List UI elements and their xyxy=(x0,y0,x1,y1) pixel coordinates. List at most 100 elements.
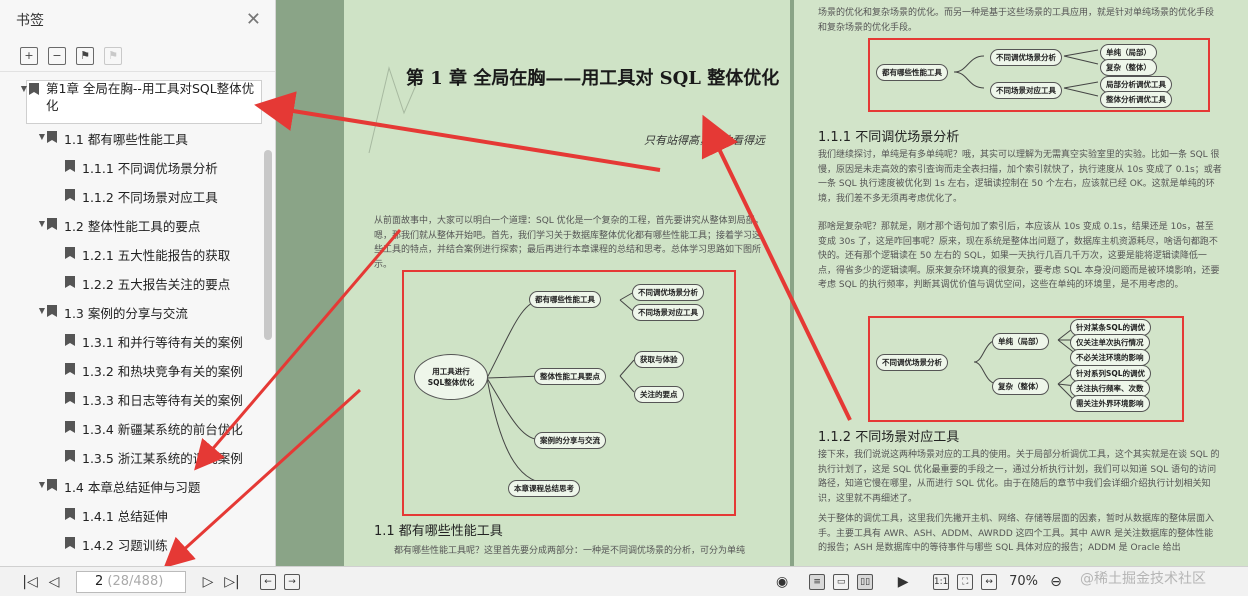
mindmap-node: 不同调优场景分析 xyxy=(876,354,948,371)
bookmark-icon xyxy=(47,305,57,317)
bookmark-item[interactable]: 1.4.2 习题训练 xyxy=(0,530,262,559)
mindmap-node: 需关注外界环境影响 xyxy=(1070,395,1150,412)
page-right: 场景的优化和复杂场景的优化。而另一种是基于这些场景的工具应用，就是针对单纯场景的… xyxy=(794,0,1248,566)
bookmark-item[interactable]: 1.3.2 和热块竞争有关的案例 xyxy=(0,356,262,385)
bookmark-item[interactable]: 1.3.4 新疆某系统的前台优化 xyxy=(0,414,262,443)
mindmap-node: 都有哪些性能工具 xyxy=(529,291,601,308)
mindmap-node: 单纯（局部） xyxy=(992,333,1049,350)
last-page-button[interactable]: ▷| xyxy=(220,574,244,590)
bookmark-label: 1.2.1 五大性能报告的获取 xyxy=(82,248,231,263)
bookmark-item[interactable]: ▲ 1.1 都有哪些性能工具 xyxy=(0,124,262,153)
play-icon[interactable]: ▶ xyxy=(891,574,915,590)
fit-page-icon[interactable]: ⛶ xyxy=(957,573,974,590)
top-paragraph: 场景的优化和复杂场景的优化。而另一种是基于这些场景的工具应用，就是针对单纯场景的… xyxy=(818,8,1215,33)
section-paragraph: 都有哪些性能工具呢？这里首先要分成两部分：一种是不同调优场景的分析，可分为单纯 xyxy=(394,546,746,556)
bookmark-item[interactable]: ▲ 1.3 案例的分享与交流 xyxy=(0,298,262,327)
expand-all-icon[interactable]: + xyxy=(20,46,38,65)
bookmark-icon xyxy=(47,218,57,230)
bookmark-icon xyxy=(47,479,57,491)
actual-size-icon[interactable]: 1:1 xyxy=(933,573,950,590)
mindmap-node: 整体分析调优工具 xyxy=(1100,91,1172,108)
mindmap-node: 复杂（整体） xyxy=(1100,59,1157,76)
expand-toggle-icon[interactable]: ▲ xyxy=(35,220,45,229)
bookmark-icon xyxy=(65,334,75,346)
zoom-level[interactable]: 70% xyxy=(1009,574,1038,589)
back-icon[interactable]: ← xyxy=(260,573,276,590)
section-paragraph: 接下来，我们说说这两种场景对应的工具的使用。关于局部分析调优工具，这个其实就是在… xyxy=(818,450,1220,504)
two-page-icon[interactable]: ▯▯ xyxy=(857,573,874,590)
mindmap-node: 不同场景对应工具 xyxy=(990,82,1062,99)
bookmark-item[interactable]: ▲ 第1章 全局在胸--用工具对SQL整体优化 xyxy=(0,76,262,124)
mindmap-root: 用工具进行 SQL整体优化 xyxy=(414,354,488,400)
bookmark-icon xyxy=(47,131,57,143)
fit-width-icon[interactable]: ↔ xyxy=(981,573,998,590)
collapse-all-icon[interactable]: − xyxy=(48,46,66,65)
section-paragraph: 关于整体的调优工具，这里我们先撇开主机、网络、存储等层面的因素，暂时从数据库的整… xyxy=(818,514,1215,553)
bookmark-icon: ⚑ xyxy=(104,46,122,65)
bookmark-label: 1.3 案例的分享与交流 xyxy=(64,306,188,321)
bookmark-icon xyxy=(65,363,75,375)
expand-toggle-icon[interactable]: ▲ xyxy=(17,85,27,94)
mindmap-node: 获取与体验 xyxy=(634,351,684,368)
chapter-title: 第 1 章 全局在胸——用工具对 SQL 整体优化 xyxy=(406,68,780,89)
bookmark-label: 第1章 全局在胸--用工具对SQL整体优化 xyxy=(46,81,255,113)
status-bar: |◁ ◁ 2 (28/488) ▷ ▷| ← → ◉ ≡ ▭ ▯▯ ▶ 1:1 … xyxy=(0,566,1248,596)
bookmark-label: 1.4 本章总结延伸与习题 xyxy=(64,480,201,495)
mindmap-node: 案例的分享与交流 xyxy=(534,432,606,449)
bookmark-label: 1.3.2 和热块竞争有关的案例 xyxy=(82,364,243,379)
section-heading: 1.1 都有哪些性能工具 xyxy=(374,524,503,539)
page-number-input[interactable]: 2 (28/488) xyxy=(76,570,186,593)
close-icon[interactable]: ✕ xyxy=(246,11,261,29)
bookmark-item[interactable]: 1.1.2 不同场景对应工具 xyxy=(0,182,262,211)
bookmark-label: 1.2 整体性能工具的要点 xyxy=(64,219,201,234)
bookmark-item[interactable]: ▲ 1.4 本章总结延伸与习题 xyxy=(0,472,262,501)
bookmark-label: 1.1.2 不同场景对应工具 xyxy=(82,190,218,205)
mindmap-node: 不同调优场景分析 xyxy=(632,284,704,301)
bookmark-panel-title: 书签 xyxy=(16,13,44,29)
bookmark-label: 1.1 都有哪些性能工具 xyxy=(64,132,188,147)
expand-toggle-icon[interactable]: ▲ xyxy=(35,481,45,490)
document-view[interactable]: 第 1 章 全局在胸——用工具对 SQL 整体优化 只有站得高，你才看得远 从前… xyxy=(276,0,1248,566)
bookmark-item[interactable]: 1.3.3 和日志等待有关的案例 xyxy=(0,385,262,414)
forward-icon[interactable]: → xyxy=(284,573,300,590)
intro-paragraph: 从前面故事中，大家可以明白一个道理：SQL 优化是一个复杂的工程，首先要讲究从整… xyxy=(374,216,764,270)
bookmark-item[interactable]: 1.3.1 和并行等待有关的案例 xyxy=(0,327,262,356)
bookmark-item[interactable]: 1.2.1 五大性能报告的获取 xyxy=(0,240,262,269)
eye-icon[interactable]: ◉ xyxy=(767,574,797,590)
bookmark-icon xyxy=(65,508,75,520)
bookmark-item[interactable]: 1.4.1 总结延伸 xyxy=(0,501,262,530)
sidebar-scrollbar[interactable] xyxy=(264,150,272,340)
bookmark-icon xyxy=(65,276,75,288)
zoom-out-icon[interactable]: ⊖ xyxy=(1044,574,1068,590)
expand-toggle-icon[interactable]: ▲ xyxy=(35,133,45,142)
mindmap-node: 都有哪些性能工具 xyxy=(876,64,948,81)
bookmark-label: 1.3.5 浙江某系统的调优案例 xyxy=(82,451,243,466)
mindmap-node: 不必关注环境的影响 xyxy=(1070,349,1150,366)
bookmark-icon xyxy=(29,83,39,95)
section-heading: 1.1.2 不同场景对应工具 xyxy=(818,430,960,445)
watermark: @稀土掘金技术社区 xyxy=(1080,571,1206,587)
single-page-icon[interactable]: ▭ xyxy=(833,573,850,590)
bookmark-item[interactable]: 1.1.1 不同调优场景分析 xyxy=(0,153,262,182)
bookmark-panel: 书签 ✕ + − ⚑ ⚑ ▲ 第1章 全局在胸--用工具对SQL整体优化 ▲ 1.1 … xyxy=(0,0,276,566)
bookmark-item[interactable]: ▲ 1.2 整体性能工具的要点 xyxy=(0,211,262,240)
first-page-button[interactable]: |◁ xyxy=(18,574,42,590)
bookmark-icon xyxy=(65,392,75,404)
next-page-button[interactable]: ▷ xyxy=(196,574,220,590)
bookmark-label: 1.1.1 不同调优场景分析 xyxy=(82,161,218,176)
bookmark-icon xyxy=(65,537,75,549)
bookmark-icon xyxy=(65,450,75,462)
continuous-view-icon[interactable]: ≡ xyxy=(809,573,826,590)
page-total: (28/488) xyxy=(103,573,164,589)
bookmark-icon xyxy=(65,160,75,172)
add-bookmark-icon[interactable]: ⚑ xyxy=(76,46,94,65)
mindmap-node: 整体性能工具要点 xyxy=(534,368,606,385)
bookmark-label: 1.2.2 五大报告关注的要点 xyxy=(82,277,231,292)
bookmark-item[interactable]: 1.3.5 浙江某系统的调优案例 xyxy=(0,443,262,472)
prev-page-button[interactable]: ◁ xyxy=(42,574,66,590)
bookmark-item[interactable]: 1.2.2 五大报告关注的要点 xyxy=(0,269,262,298)
mindmap-node: 不同调优场景分析 xyxy=(990,49,1062,66)
expand-toggle-icon[interactable]: ▲ xyxy=(35,307,45,316)
bookmark-label: 1.3.1 和并行等待有关的案例 xyxy=(82,335,243,350)
mindmap-node: 关注的要点 xyxy=(634,386,684,403)
